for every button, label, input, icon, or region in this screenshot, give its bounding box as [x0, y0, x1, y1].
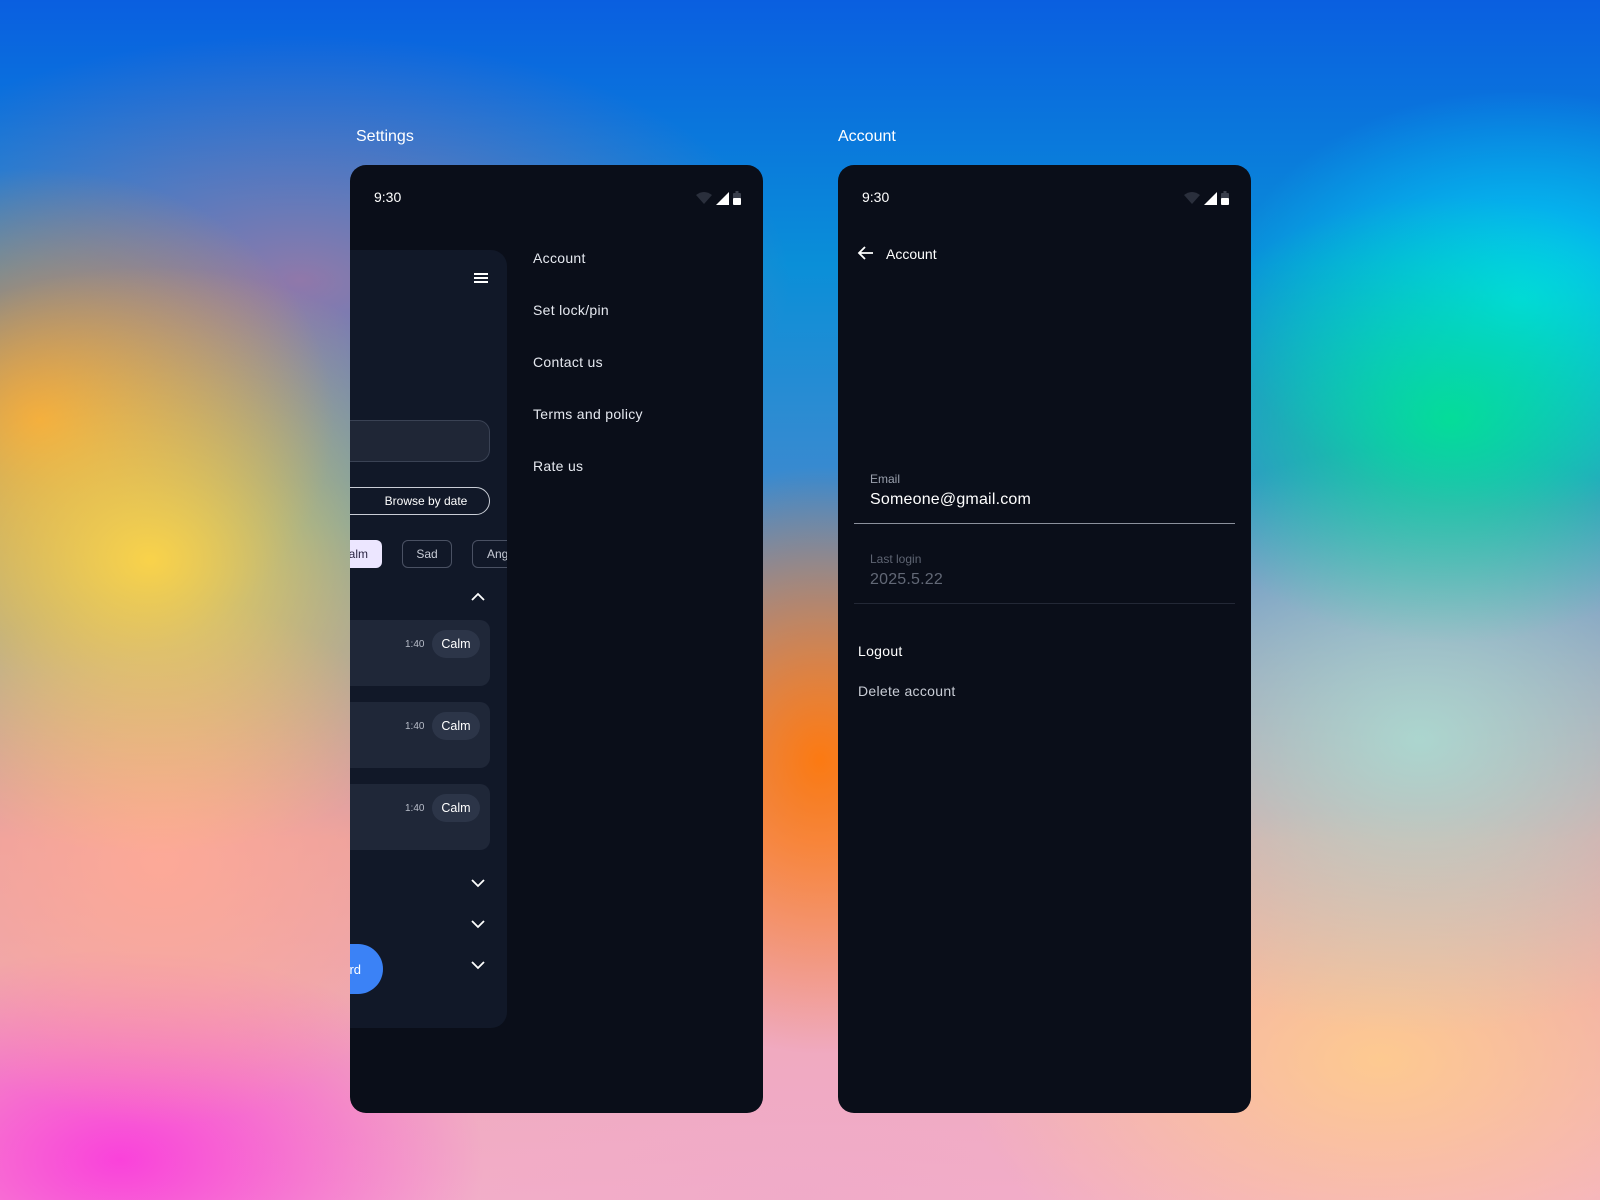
drawer-item-contact-us[interactable]: Contact us: [533, 354, 603, 370]
battery-icon: [1221, 191, 1229, 205]
status-icons: [1184, 191, 1229, 205]
drawer-item-rate-us[interactable]: Rate us: [533, 458, 583, 474]
logout-button[interactable]: Logout: [858, 643, 903, 659]
email-field[interactable]: Email Someone@gmail.com: [854, 462, 1235, 524]
journal-main-panel: Browse by date alm Sad Ang 1:40 Calm 1:4…: [350, 250, 507, 1028]
email-underline: [854, 523, 1235, 524]
mood-chip-angry[interactable]: Ang: [472, 540, 507, 568]
page-title: Account: [886, 246, 937, 262]
entry-mood-tag: Calm: [432, 794, 480, 822]
signal-icon: [1204, 191, 1217, 205]
arrow-back-icon[interactable]: [857, 244, 875, 262]
battery-icon: [733, 191, 741, 205]
drawer-item-set-lock[interactable]: Set lock/pin: [533, 302, 609, 318]
email-value[interactable]: Someone@gmail.com: [870, 491, 1031, 509]
status-bar: 9:30: [838, 165, 1251, 225]
status-time: 9:30: [374, 189, 402, 205]
entry-card[interactable]: 1:40 Calm: [350, 620, 490, 686]
last-login-label: Last login: [870, 552, 922, 566]
settings-phone: 9:30 Browse by date alm Sad Ang 1:40 Cal…: [350, 165, 763, 1113]
status-icons: [696, 191, 741, 205]
entry-time: 1:40: [405, 639, 425, 650]
last-login-field: Last login 2025.5.22: [854, 542, 1235, 604]
entry-time: 1:40: [405, 721, 425, 732]
wifi-icon: [1184, 192, 1200, 204]
wifi-icon: [696, 192, 712, 204]
status-time: 9:30: [862, 189, 890, 205]
last-login-value: 2025.5.22: [870, 571, 943, 588]
last-login-underline: [854, 603, 1235, 604]
search-input[interactable]: [350, 420, 490, 462]
delete-account-button[interactable]: Delete account: [858, 683, 956, 699]
entry-time: 1:40: [405, 803, 425, 814]
chevron-down-icon[interactable]: [469, 874, 487, 892]
menu-icon[interactable]: [473, 270, 489, 286]
account-phone: 9:30 Account Email Someone@gmail.com Las…: [838, 165, 1251, 1113]
entry-mood-tag: Calm: [432, 712, 480, 740]
add-record-fab[interactable]: rd: [350, 944, 383, 994]
entry-card[interactable]: 1:40 Calm: [350, 784, 490, 850]
chevron-up-icon[interactable]: [469, 588, 487, 606]
mood-chip-sad[interactable]: Sad: [402, 540, 452, 568]
settings-screen-label: Settings: [356, 128, 414, 145]
chevron-down-icon[interactable]: [469, 915, 487, 933]
signal-icon: [716, 191, 729, 205]
email-label: Email: [870, 472, 901, 486]
chevron-down-icon[interactable]: [469, 956, 487, 974]
browse-by-date-button[interactable]: Browse by date: [350, 487, 490, 515]
entry-card[interactable]: 1:40 Calm: [350, 702, 490, 768]
account-screen-label: Account: [838, 128, 896, 145]
mood-chip-calm[interactable]: alm: [350, 540, 382, 568]
entry-mood-tag: Calm: [432, 630, 480, 658]
drawer-item-terms[interactable]: Terms and policy: [533, 406, 643, 422]
drawer-item-account[interactable]: Account: [533, 250, 586, 266]
status-bar: 9:30: [350, 165, 763, 225]
